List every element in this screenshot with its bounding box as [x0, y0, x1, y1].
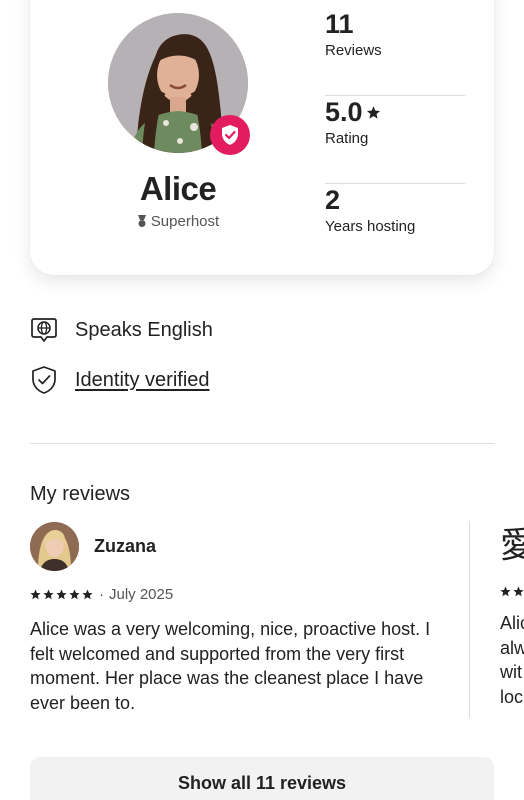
section-divider: [30, 443, 494, 444]
languages-text: Speaks English: [75, 318, 213, 341]
meta-separator: ·: [99, 586, 104, 603]
next-review-text: Alic alw wit loc: [500, 611, 524, 709]
superhost-label: Superhost: [150, 213, 220, 230]
stat-years-value: 2: [325, 185, 341, 215]
next-review-line: wit: [500, 662, 522, 682]
next-review-line: Alic: [500, 613, 524, 633]
stars-icon: [500, 586, 524, 597]
next-reviewer-avatar: 愛: [500, 525, 524, 566]
review-rating-stars: [30, 589, 94, 600]
show-all-reviews-button[interactable]: Show all 11 reviews: [30, 757, 494, 800]
reviewer-avatar[interactable]: [30, 521, 79, 571]
superhost-label-row: Superhost: [90, 213, 266, 230]
reviewer-header: Zuzana: [30, 521, 440, 571]
review-carousel-divider: [469, 521, 470, 718]
stat-years-hosting: 2 Years hosting: [325, 184, 465, 272]
stat-reviews-label: Reviews: [325, 42, 382, 59]
identity-row: Identity verified: [30, 365, 210, 395]
verified-badge-icon: [210, 115, 250, 155]
next-review-card-peek[interactable]: 愛 Alic alw wit loc: [500, 521, 524, 709]
stat-years-label: Years hosting: [325, 218, 416, 235]
reviewer-avatar-illustration: [30, 521, 79, 571]
shield-check-icon: [32, 366, 56, 394]
host-stats: 11 Reviews 5.0 Rating 2 Years hosting: [325, 8, 465, 272]
next-review-stars: [500, 586, 524, 597]
review-date: July 2025: [109, 586, 174, 603]
stat-rating-value: 5.0: [325, 97, 363, 127]
superhost-medal-icon: [137, 215, 146, 227]
next-review-line: alw: [500, 637, 524, 658]
review-text: Alice was a very welcoming, nice, proact…: [30, 619, 431, 713]
host-profile-card: Alice Superhost 11 Reviews 5.0 Rating 2 …: [30, 0, 494, 275]
identity-verified-link[interactable]: Identity verified: [75, 369, 210, 392]
review-meta: · July 2025: [30, 586, 440, 603]
reviewer-name: Zuzana: [94, 535, 157, 556]
reviews-section-title: My reviews: [30, 483, 131, 505]
languages-row: Speaks English: [30, 316, 213, 344]
host-avatar-wrap: [108, 13, 250, 155]
five-stars-icon: [30, 589, 93, 600]
stat-rating: 5.0 Rating: [325, 96, 465, 184]
next-review-line: loc: [500, 686, 524, 707]
stat-reviews: 11 Reviews: [325, 8, 465, 96]
star-icon: [366, 105, 380, 119]
stat-rating-label: Rating: [325, 130, 369, 147]
stat-rating-value-row: 5.0: [325, 96, 465, 128]
host-name: Alice: [139, 170, 217, 207]
stat-reviews-value: 11: [325, 9, 354, 39]
speech-globe-icon: [31, 318, 57, 342]
review-card[interactable]: Zuzana · July 2025 Alice was a very welc…: [30, 521, 440, 715]
